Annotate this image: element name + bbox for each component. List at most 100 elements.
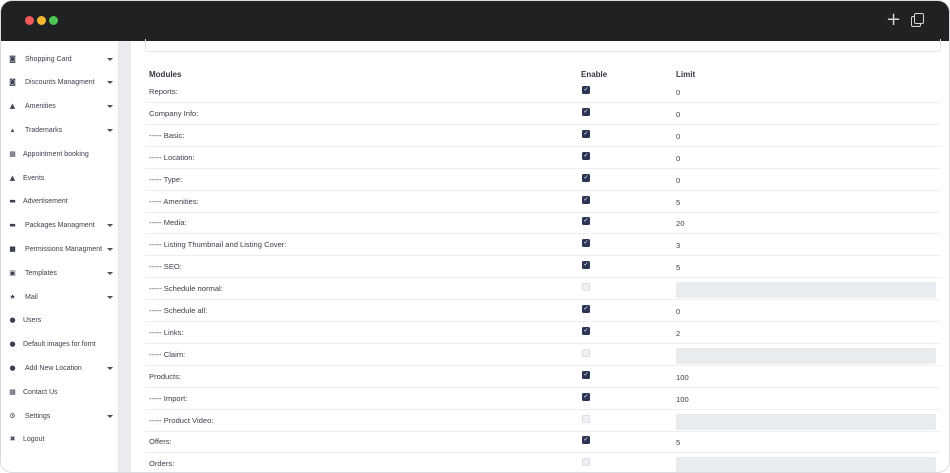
sidebar-item-events[interactable]: ▲ Events <box>1 168 119 188</box>
limit-value[interactable]: 0 <box>676 103 680 125</box>
enable-checkbox[interactable]: ✓ <box>582 370 590 379</box>
enable-checkbox[interactable]: ✓ <box>582 392 590 401</box>
shopping-icon: ◙ <box>9 54 16 63</box>
enable-checkbox <box>582 414 590 423</box>
sidebar-item-default-images-for-fornt[interactable]: ● Default images for fornt <box>1 335 119 355</box>
sidebar-item-label: Logout <box>23 436 45 444</box>
table-row: ----- SEO: ✓ 5 <box>145 256 941 279</box>
module-name: ----- Links: <box>149 327 184 337</box>
enable-checkbox[interactable]: ✓ <box>582 305 590 313</box>
limit-value[interactable]: 3 <box>676 234 680 256</box>
sidebar-item-permissions-managment[interactable]: ■ Permissions Managment <box>1 239 119 259</box>
sidebar-item-logout[interactable]: ✖ Logout <box>1 430 119 450</box>
module-name: Orders: <box>149 459 175 469</box>
sidebar-item-templates[interactable]: ▣ Templates <box>1 263 119 283</box>
chevron-down-icon <box>107 224 113 228</box>
events-icon: ▲ <box>9 173 16 182</box>
sidebar-item-packages-managment[interactable]: ▬ Packages Managment <box>1 216 119 236</box>
star-icon: ★ <box>9 292 16 301</box>
limit-value[interactable]: 0 <box>676 169 680 191</box>
sidebar-item-label: Templates <box>25 269 57 277</box>
sidebar-item-amenities[interactable]: ▲ Amenities <box>1 97 119 117</box>
enable-checkbox[interactable]: ✓ <box>582 151 590 160</box>
sidebar-item-label: Packages Managment <box>25 222 95 230</box>
limit-value[interactable]: 0 <box>676 300 680 322</box>
enable-checkbox[interactable]: ✓ <box>582 107 590 116</box>
sidebar-item-mail[interactable]: ★ Mail <box>1 287 119 307</box>
lock-icon: ■ <box>9 244 16 253</box>
plus-icon[interactable]: + <box>886 9 901 30</box>
table-row: ----- Media: ✓ 20 <box>145 212 941 235</box>
limit-value[interactable]: 100 <box>676 388 689 410</box>
enable-checkbox[interactable]: ✓ <box>582 86 590 94</box>
enable-checkbox[interactable]: ✓ <box>582 239 590 248</box>
table-row: ----- Amenities: ✓ 5 <box>145 191 941 213</box>
sidebar-item-label: Default images for fornt <box>23 341 96 349</box>
sidebar-item-label: Settings <box>25 412 51 420</box>
module-name: Offers: <box>149 437 172 447</box>
chevron-down-icon <box>107 366 113 370</box>
gear-icon: ⚙ <box>9 411 16 420</box>
table-row: ----- Links: ✓ 2 <box>145 322 941 344</box>
table-row: Orders: <box>145 453 941 472</box>
enable-checkbox[interactable]: ✓ <box>582 326 590 335</box>
module-name: ----- Location: <box>149 152 195 162</box>
chevron-down-icon <box>107 57 113 61</box>
chevron-down-icon <box>107 271 113 275</box>
enable-checkbox[interactable]: ✓ <box>582 173 590 182</box>
sidebar-item-settings[interactable]: ⚙ Settings <box>1 406 119 426</box>
table-row: ----- Schedule normal: <box>145 278 941 301</box>
limit-value[interactable]: 20 <box>676 212 684 234</box>
sidebar-item-label: Trademarks <box>25 126 63 134</box>
module-name: ----- Media: <box>149 218 187 228</box>
user-icon: ● <box>9 340 16 349</box>
module-name: ----- Schedule all: <box>149 306 208 315</box>
limit-value[interactable]: 2 <box>676 322 680 344</box>
limit-field-disabled <box>676 347 936 364</box>
enable-checkbox[interactable]: ✓ <box>582 217 590 226</box>
enable-checkbox <box>582 458 590 467</box>
enable-checkbox[interactable]: ✓ <box>582 436 590 445</box>
limit-value[interactable]: 5 <box>676 256 680 278</box>
limit-value[interactable]: 100 <box>676 366 689 388</box>
sidebar-item-add-new-location[interactable]: ● Add New Location <box>1 358 119 378</box>
sidebar-item-users[interactable]: ● Users <box>1 311 119 331</box>
sidebar-scrollbar[interactable] <box>119 41 131 472</box>
module-name: ----- SEO: <box>149 262 182 272</box>
limit-value[interactable]: 5 <box>676 191 680 213</box>
limit-value[interactable]: 5 <box>676 431 680 453</box>
enable-checkbox[interactable]: ✓ <box>582 261 590 270</box>
sidebar-item-advertisement[interactable]: ▬ Advertisement <box>1 192 119 212</box>
limit-value[interactable]: 0 <box>676 125 680 147</box>
sidebar-item-label: Appointment booking <box>23 150 89 158</box>
enable-checkbox[interactable]: ✓ <box>582 129 590 138</box>
enable-checkbox[interactable]: ✓ <box>582 195 590 204</box>
copy-icon[interactable] <box>911 13 925 27</box>
chevron-down-icon <box>107 105 113 109</box>
chevron-down-icon <box>107 128 113 132</box>
sidebar-item-discounts-managment[interactable]: ◙ Discounts Managment <box>1 73 119 93</box>
chevron-down-icon <box>107 81 113 85</box>
top-panel-edge <box>145 39 941 52</box>
maximize-window-button[interactable] <box>49 16 58 25</box>
module-name: ----- Listing Thumbnail and Listing Cove… <box>149 240 287 250</box>
limit-field-disabled <box>676 282 936 299</box>
limit-value[interactable]: 0 <box>676 81 680 103</box>
limit-value[interactable]: 0 <box>676 147 680 169</box>
main-content: Modules Enable Limit Reports: ✓ 0 Company I… <box>131 39 949 472</box>
sidebar-item-label: Events <box>23 174 45 182</box>
minimize-window-button[interactable] <box>37 16 46 25</box>
module-name: ----- Import: <box>149 393 188 403</box>
sidebar-item-label: Discounts Managment <box>25 79 95 87</box>
module-name: ----- Basic: <box>149 130 185 140</box>
sidebar-item-appointment-booking[interactable]: ▦ Appointment booking <box>1 144 119 164</box>
column-header-limit: Limit <box>676 70 696 79</box>
app-window: + ◙ Shopping Card ◙ Discounts Managment ▲ Ame… <box>0 0 950 473</box>
table-row: ----- Basic: ✓ 0 <box>145 125 941 147</box>
limit-field-disabled <box>676 413 936 430</box>
sidebar-item-trademarks[interactable]: ▴ Trademarks <box>1 120 119 140</box>
sidebar-item-contact-us[interactable]: ▦ Contact Us <box>1 382 119 402</box>
sidebar-item-shopping-card[interactable]: ◙ Shopping Card <box>1 49 119 69</box>
close-window-button[interactable] <box>25 16 34 25</box>
folder-icon: ▬ <box>9 197 16 206</box>
